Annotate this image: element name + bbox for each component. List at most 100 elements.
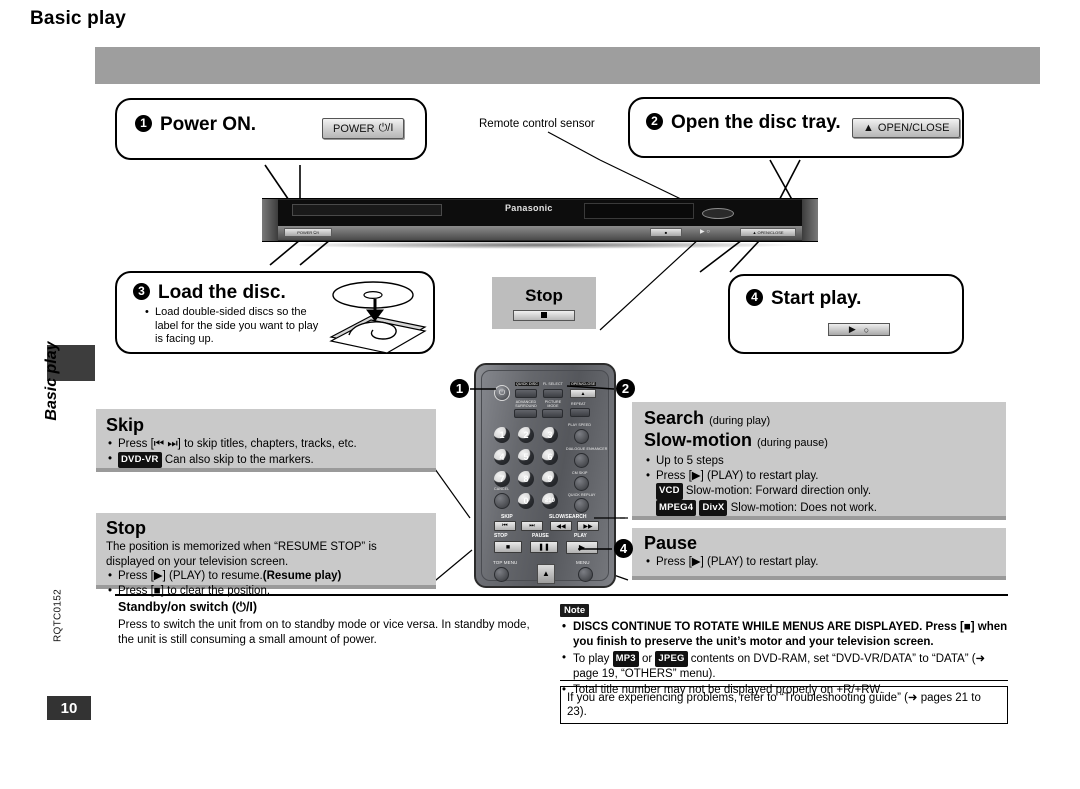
device-open-close-button: ▲ OPEN/CLOSE [740, 228, 796, 237]
remote-label-fl-select: FL SELECT [543, 382, 563, 386]
panel-search-item-3: Slow-motion: Does not work. [730, 501, 877, 514]
remote-search-forward-button: ▶▶ [577, 521, 599, 531]
panel-stop-list: Press [▶] (PLAY) to resume.(Resume play)… [106, 569, 426, 598]
remote-play-button: ▶ [566, 541, 598, 554]
stop-square-icon [541, 312, 547, 318]
remote-label-quick-disc: QUICK DISC [515, 382, 539, 386]
remote-number-3: 3 [542, 427, 558, 443]
device-left-endcap [262, 199, 278, 241]
remote-number-1: 1 [494, 427, 510, 443]
list-item: Press [⏮ ⏭] to skip titles, chapters, tr… [106, 437, 426, 452]
panel-skip: Skip Press [⏮ ⏭] to skip titles, chapter… [96, 409, 436, 472]
remote-label-top-menu: TOP MENU [493, 560, 518, 565]
step-3-bullet-row: • Load double-sided discs so the label f… [145, 306, 323, 347]
panel-search-item-1: Press [▶] (PLAY) to restart play. [656, 469, 819, 482]
panel-skip-list: Press [⏮ ⏭] to skip titles, chapters, tr… [106, 437, 426, 468]
remote-label-menu: MENU [576, 560, 590, 565]
remote-play-speed-button [574, 429, 589, 444]
dvd-player-illustration: Panasonic POWER ⏻/I ■ ▶ ○ ▲ OPEN/CLOSE [262, 198, 818, 250]
remote-label-play-speed: PLAY SPEED [568, 423, 592, 427]
step-1-title: Power ON. [160, 114, 257, 135]
remote-label-cancel: CANCEL [494, 487, 510, 491]
device-right-endcap [802, 199, 818, 241]
remote-number-5: 5 [518, 449, 534, 465]
remote-marker-1: 1 [450, 379, 469, 398]
remote-number-2: 2 [518, 427, 534, 443]
step-2-title: Open the disc tray. [671, 112, 841, 133]
remote-label-cm-skip: CM SKIP [572, 471, 588, 475]
panel-skip-item-0: Press [⏮ ⏭] to skip titles, chapters, tr… [118, 438, 357, 450]
remote-control-illustration: ⏻ QUICK DISC FL SELECT OPEN/CLOSE ▲ ADVA… [474, 363, 616, 588]
remote-number-6: 6 [542, 449, 558, 465]
remote-open-close-button: ▲ [570, 389, 596, 398]
panel-stop: Stop The position is memorized when “RES… [96, 513, 436, 598]
remote-number-over-10: ≥10 [542, 493, 558, 509]
device-play-button: ▶ ○ [700, 229, 710, 235]
remote-pause-button: ❚❚ [530, 541, 558, 553]
remote-label-repeat: REPEAT [571, 402, 586, 406]
step-2-number: 2 [646, 113, 663, 130]
badge-mpeg4: MPEG4 [656, 499, 697, 516]
remote-label-advanced-surround: ADVANCED SURROUND [515, 400, 537, 408]
panel-stop-item-1: Press [■] to clear the position. [118, 584, 271, 597]
disc-loading-diagram [329, 281, 427, 353]
list-item: Up to 5 steps [644, 454, 994, 469]
remote-fl-select-button [543, 389, 563, 398]
panel-slowmotion-title-note: (during pause) [757, 437, 828, 449]
list-item: MPEG4 DivX Slow-motion: Does not work. [644, 499, 994, 516]
remote-label-picture-mode: PICTURE MODE [544, 400, 562, 408]
remote-group-label-skip: SKIP [501, 514, 513, 520]
power-symbol-icon: ⏻/I [378, 122, 394, 134]
remote-number-7: 7 [494, 471, 510, 487]
panel-stop-item-0: Press [▶] (PLAY) to resume. [118, 570, 263, 582]
panel-search-title-note: (during play) [709, 415, 771, 427]
play-key-graphic: ▶ ○ [828, 323, 890, 336]
panel-stop-body: The position is memorized when “RESUME S… [106, 541, 377, 568]
list-item: VCD Slow-motion: Forward direction only. [644, 483, 994, 500]
remote-repeat-button [570, 408, 590, 417]
panel-search-item-0: Up to 5 steps [656, 455, 724, 467]
panel-pause-list: Press [▶] (PLAY) to restart play. [644, 555, 994, 570]
panel-pause: Pause Press [▶] (PLAY) to restart play. [632, 528, 1006, 580]
list-item: Press [▶] (PLAY) to restart play. [644, 555, 994, 570]
panel-search-title: Search (during play) [644, 408, 994, 429]
device-remote-sensor [702, 208, 734, 219]
panel-search-title-text: Search [644, 408, 705, 428]
step-3-callout: 3 Load the disc. • Load double-sided disc… [115, 271, 435, 354]
panel-search-item-2: Slow-motion: Forward direction only. [685, 485, 872, 497]
step-1-number: 1 [135, 115, 152, 132]
remote-number-8: 8 [518, 471, 534, 487]
remote-label-pause: PAUSE [532, 533, 549, 539]
remote-cm-skip-button [574, 476, 589, 491]
remote-skip-forward-button: ⏭ [521, 521, 543, 531]
bullet-dot: • [145, 306, 149, 318]
remote-marker-2: 2 [616, 379, 635, 398]
remote-number-0: 0 [518, 493, 534, 509]
panel-search: Search (during play) Slow-motion (during… [632, 402, 1006, 520]
step-4-number: 4 [746, 289, 763, 306]
remote-dialogue-enhancer-button [574, 453, 589, 468]
panel-pause-title: Pause [644, 533, 698, 553]
remote-dpad-up: ▲ [537, 564, 555, 584]
power-key-label: POWER [333, 122, 375, 135]
remote-label-stop: STOP [494, 533, 508, 539]
remote-number-9: 9 [542, 471, 558, 487]
device-drop-shadow [280, 241, 800, 249]
badge-divx: DivX [699, 499, 728, 516]
remote-picture-mode-button [542, 409, 563, 418]
remote-quick-disc-button [515, 389, 537, 398]
list-item: Press [■] to clear the position. [106, 584, 426, 599]
device-display-panel [584, 203, 694, 219]
remote-number-4: 4 [494, 449, 510, 465]
remote-skip-back-button: ⏮ [494, 521, 516, 531]
panel-skip-item-1: Can also skip to the markers. [164, 453, 314, 466]
remote-advanced-surround-button [514, 409, 537, 418]
step-4-callout: 4 Start play. ▶ ○ [728, 274, 964, 354]
device-disc-tray [292, 204, 442, 216]
remote-label-dialogue-enhancer: DIALOGUE ENHANCER [566, 447, 608, 451]
panel-slowmotion-title: Slow-motion (during pause) [644, 430, 994, 451]
list-item: DVD-VR Can also skip to the markers. [106, 451, 426, 468]
remote-inner-face: ⏻ QUICK DISC FL SELECT OPEN/CLOSE ▲ ADVA… [481, 370, 609, 584]
device-power-button: POWER ⏻/I [284, 228, 332, 237]
stop-preview-label: Stop [525, 285, 563, 305]
